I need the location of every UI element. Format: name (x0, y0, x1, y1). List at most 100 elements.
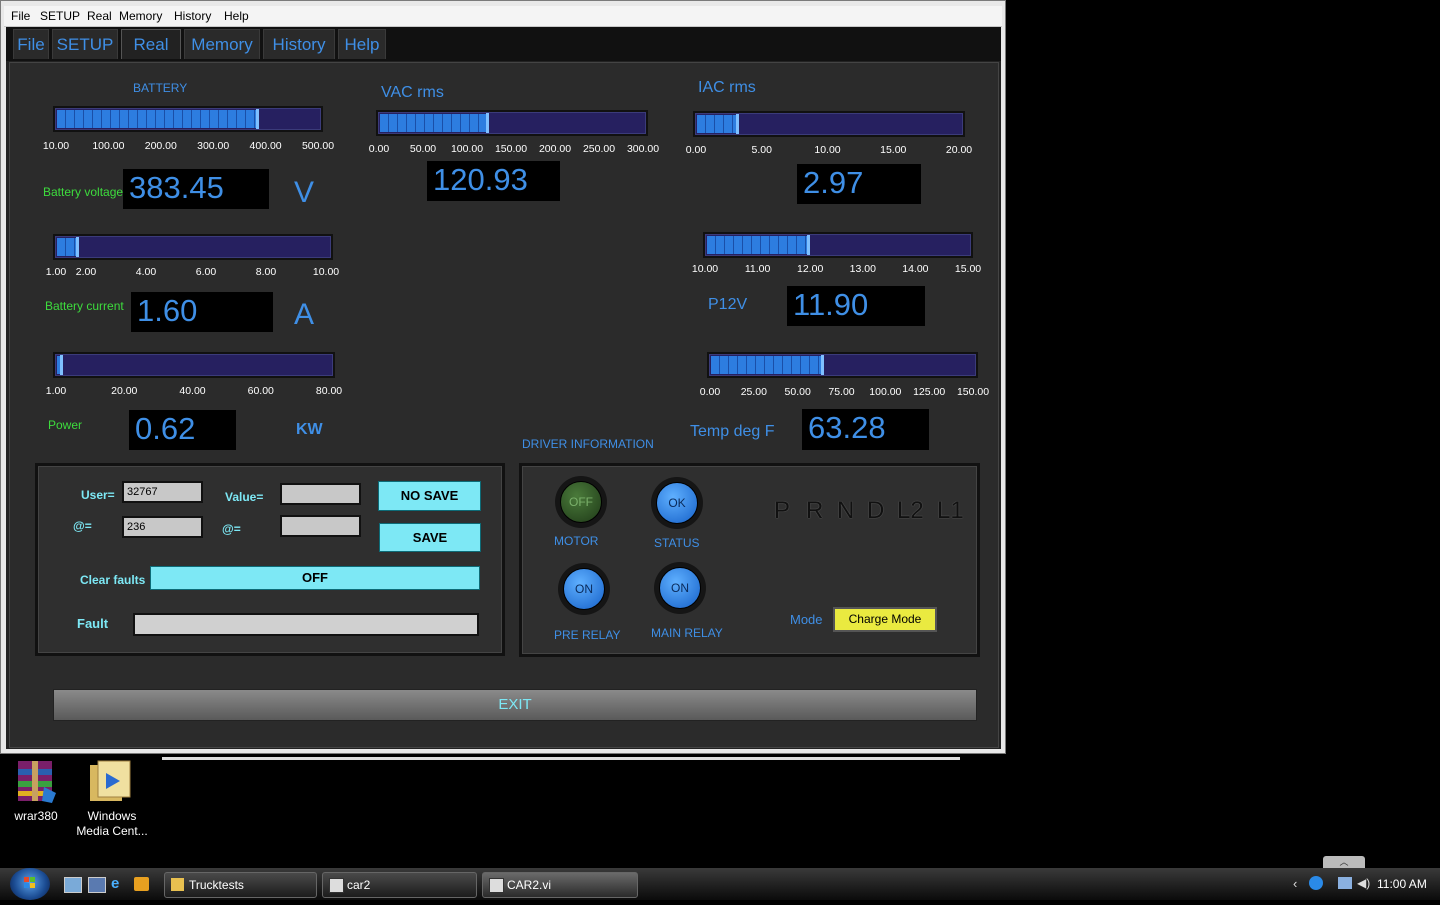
internet-explorer-icon[interactable]: e (111, 876, 127, 892)
exit-button[interactable]: EXIT (53, 689, 977, 721)
clock[interactable]: 11:00 AM (1377, 877, 1427, 891)
tick: 25.00 (740, 386, 767, 398)
volume-icon[interactable]: ◀) (1357, 876, 1370, 890)
motor-led-core: OFF (560, 481, 602, 523)
show-desktop-icon[interactable] (64, 877, 82, 893)
taskbar-btn-car2[interactable]: car2 (322, 872, 477, 898)
tick: 20.00 (945, 144, 973, 156)
mode-indicator: Charge Mode (833, 607, 937, 632)
menu-help[interactable]: Help (224, 9, 249, 23)
address2-label: @= (222, 522, 241, 536)
menu-real[interactable]: Real (87, 9, 112, 23)
battery-voltage-scale: 10.00 100.00 200.00 300.00 400.00 500.00 (43, 140, 334, 154)
labview-icon (489, 878, 504, 893)
tick: 40.00 (179, 385, 206, 397)
desktop-label-winrar: wrar380 (14, 809, 58, 823)
tick: 20.00 (111, 385, 138, 397)
tab-help[interactable]: Help (338, 29, 386, 59)
clear-faults-toggle[interactable]: OFF (150, 566, 480, 590)
temp-display: 63.28 (802, 409, 929, 450)
tick: 80.00 (315, 385, 343, 397)
main-relay-led-core: ON (659, 567, 701, 609)
menu-memory[interactable]: Memory (119, 9, 162, 23)
p12v-display: 11.90 (787, 286, 925, 326)
tick: 250.00 (582, 143, 616, 155)
gear-n: N (837, 497, 855, 524)
power-bar (53, 352, 335, 378)
tick: 5.00 (751, 144, 772, 156)
mode-label: Mode (790, 612, 823, 627)
iac-scale: 0.00 5.00 10.00 15.00 20.00 (686, 144, 972, 158)
windows-media-center-icon[interactable] (88, 759, 134, 805)
temp-fill (711, 355, 824, 375)
tray-expand-icon[interactable]: ‹ (1293, 876, 1297, 891)
tick: 1.00 (45, 266, 67, 278)
tray-app-icon[interactable] (1309, 876, 1323, 890)
value-field[interactable] (280, 483, 361, 505)
folder-icon (171, 878, 184, 891)
power-label: Power (48, 418, 83, 432)
status-led-core: OK (656, 482, 698, 524)
media-player-icon[interactable] (134, 877, 149, 891)
tick: 200.00 (538, 143, 572, 155)
gear-r: R (806, 497, 824, 524)
tab-setup[interactable]: SETUP (52, 29, 118, 59)
taskbar-btn-car2-vi[interactable]: CAR2.vi (482, 872, 638, 898)
taskbar-btn-label: CAR2.vi (507, 878, 552, 892)
tick: 75.00 (828, 386, 855, 398)
gear-p: P (774, 497, 791, 524)
tick: 15.00 (880, 144, 907, 156)
tick: 300.00 (197, 140, 230, 152)
tab-file[interactable]: File (13, 29, 49, 59)
tab-real[interactable]: Real (121, 29, 181, 59)
tick: 100.00 (450, 143, 484, 155)
value-label: Value= (225, 490, 264, 504)
switch-windows-icon[interactable] (88, 877, 106, 893)
tab-bar: File SETUP Real Memory History Help (6, 27, 1001, 61)
taskbar-btn-label: Trucktests (189, 878, 244, 892)
tick: 300.00 (626, 143, 660, 155)
tick: 0.00 (699, 386, 721, 398)
tick: 2.00 (75, 266, 97, 278)
gear-l1: L1 (937, 497, 964, 524)
iac-display: 2.97 (797, 164, 921, 204)
tick: 6.00 (195, 266, 217, 278)
tick: 10.00 (42, 140, 70, 152)
winrar-icon[interactable] (14, 759, 60, 805)
clear-faults-label: Clear faults (80, 573, 146, 587)
tick: 14.00 (902, 263, 929, 275)
amp-unit: A (294, 298, 315, 331)
tick: 1.00 (45, 385, 67, 397)
p12v-fill (707, 235, 810, 255)
battery-voltage-fill (57, 109, 259, 129)
tick: 50.00 (409, 143, 437, 155)
tick: 125.00 (913, 386, 946, 398)
menu-setup[interactable]: SETUP (40, 9, 80, 23)
tab-memory[interactable]: Memory (184, 29, 260, 59)
menu-history[interactable]: History (174, 9, 211, 23)
battery-current-fill (57, 237, 79, 257)
address-field[interactable]: 236 (122, 516, 203, 538)
address-label: @= (73, 519, 92, 533)
fault-label: Fault (77, 616, 109, 631)
taskbar-btn-trucktests[interactable]: Trucktests (164, 872, 317, 898)
iac-title: IAC rms (698, 79, 756, 96)
start-button[interactable] (10, 868, 50, 900)
tick: 4.00 (135, 266, 157, 278)
chevron-up-icon[interactable]: ︿ (1323, 856, 1365, 868)
network-icon[interactable] (1338, 877, 1352, 889)
save-button[interactable]: SAVE (379, 523, 481, 552)
driver-info-title: DRIVER INFORMATION (522, 437, 654, 451)
main-relay-led: ON (654, 562, 706, 614)
tick: 150.00 (956, 386, 990, 398)
no-save-button[interactable]: NO SAVE (378, 481, 481, 511)
tab-history[interactable]: History (263, 29, 335, 59)
user-field[interactable]: 32767 (122, 481, 203, 503)
battery-current-label: Battery current (45, 299, 124, 313)
address2-field[interactable] (280, 515, 361, 537)
menu-file[interactable]: File (11, 9, 30, 23)
tick: 10.00 (312, 266, 340, 278)
tick: 15.00 (954, 263, 982, 275)
iac-bar (693, 111, 965, 137)
p12v-bar (703, 232, 973, 258)
